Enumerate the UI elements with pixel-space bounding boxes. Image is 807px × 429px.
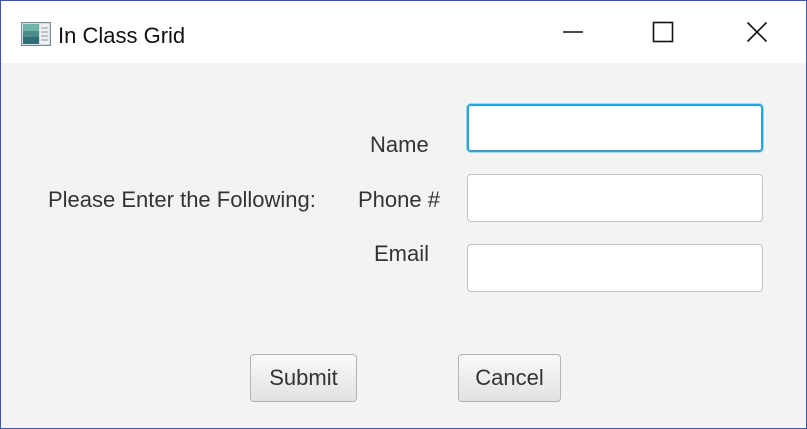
app-window: In Class Grid Please Enter the Following… [0, 0, 807, 429]
name-label: Name [370, 132, 429, 157]
phone-input[interactable] [467, 174, 763, 222]
maximize-icon [652, 21, 674, 43]
cancel-button[interactable]: Cancel [458, 354, 561, 402]
minimize-button[interactable] [550, 1, 596, 63]
close-button[interactable] [734, 1, 780, 63]
window-title: In Class Grid [58, 23, 186, 48]
close-icon [746, 21, 768, 43]
email-input[interactable] [467, 244, 763, 292]
submit-button[interactable]: Submit [250, 354, 357, 402]
phone-label: Phone # [358, 187, 440, 212]
minimize-icon [562, 21, 584, 43]
email-label: Email [374, 241, 430, 266]
maximize-button[interactable] [640, 1, 686, 63]
app-window-icon [21, 22, 51, 46]
name-input[interactable] [467, 104, 763, 152]
title-bar[interactable]: In Class Grid [1, 1, 806, 63]
form-prompt-label: Please Enter the Following: [48, 187, 316, 212]
